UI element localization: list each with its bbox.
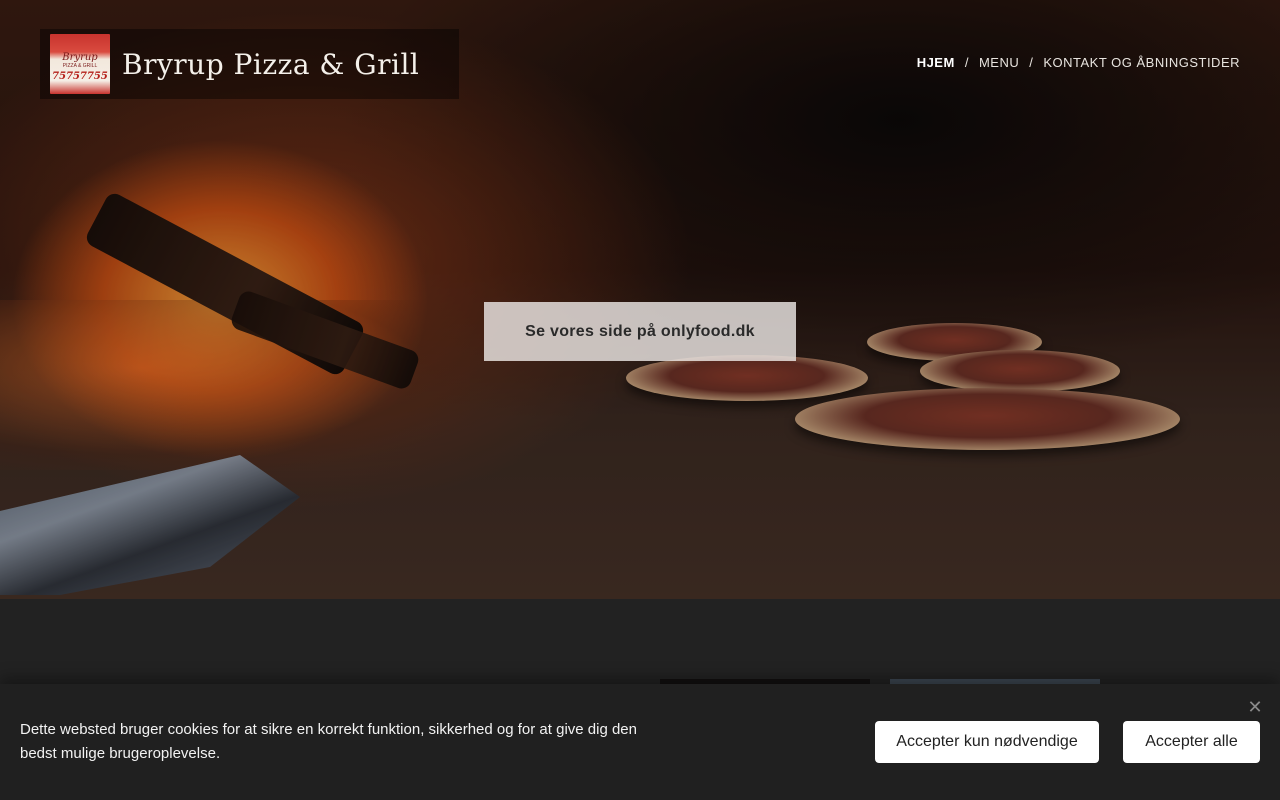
cookie-text: Dette websted bruger cookies for at sikr… [20,721,637,762]
brand[interactable]: Bryrup PIZZA & GRILL 75757755 Bryrup Piz… [40,29,459,99]
onlyfood-button[interactable]: Se vores side på onlyfood.dk [484,302,796,361]
nav-item-menu[interactable]: MENU [979,55,1019,70]
accept-necessary-button[interactable]: Accepter kun nødvendige [875,721,1099,763]
logo: Bryrup PIZZA & GRILL 75757755 [50,34,110,94]
cookie-banner: ✕ Dette websted bruger cookies for at si… [0,684,1280,800]
close-icon[interactable]: ✕ [1246,698,1264,716]
nav-item-kontakt[interactable]: KONTAKT OG ÅBNINGSTIDER [1043,55,1240,70]
accept-all-button[interactable]: Accepter alle [1123,721,1260,763]
nav-item-hjem[interactable]: HJEM [917,55,955,70]
nav-separator: / [964,55,969,70]
site-title: Bryrup Pizza & Grill [122,47,420,81]
main-nav: HJEM / MENU / KONTAKT OG ÅBNINGSTIDER [917,55,1240,70]
nav-separator: / [1029,55,1034,70]
